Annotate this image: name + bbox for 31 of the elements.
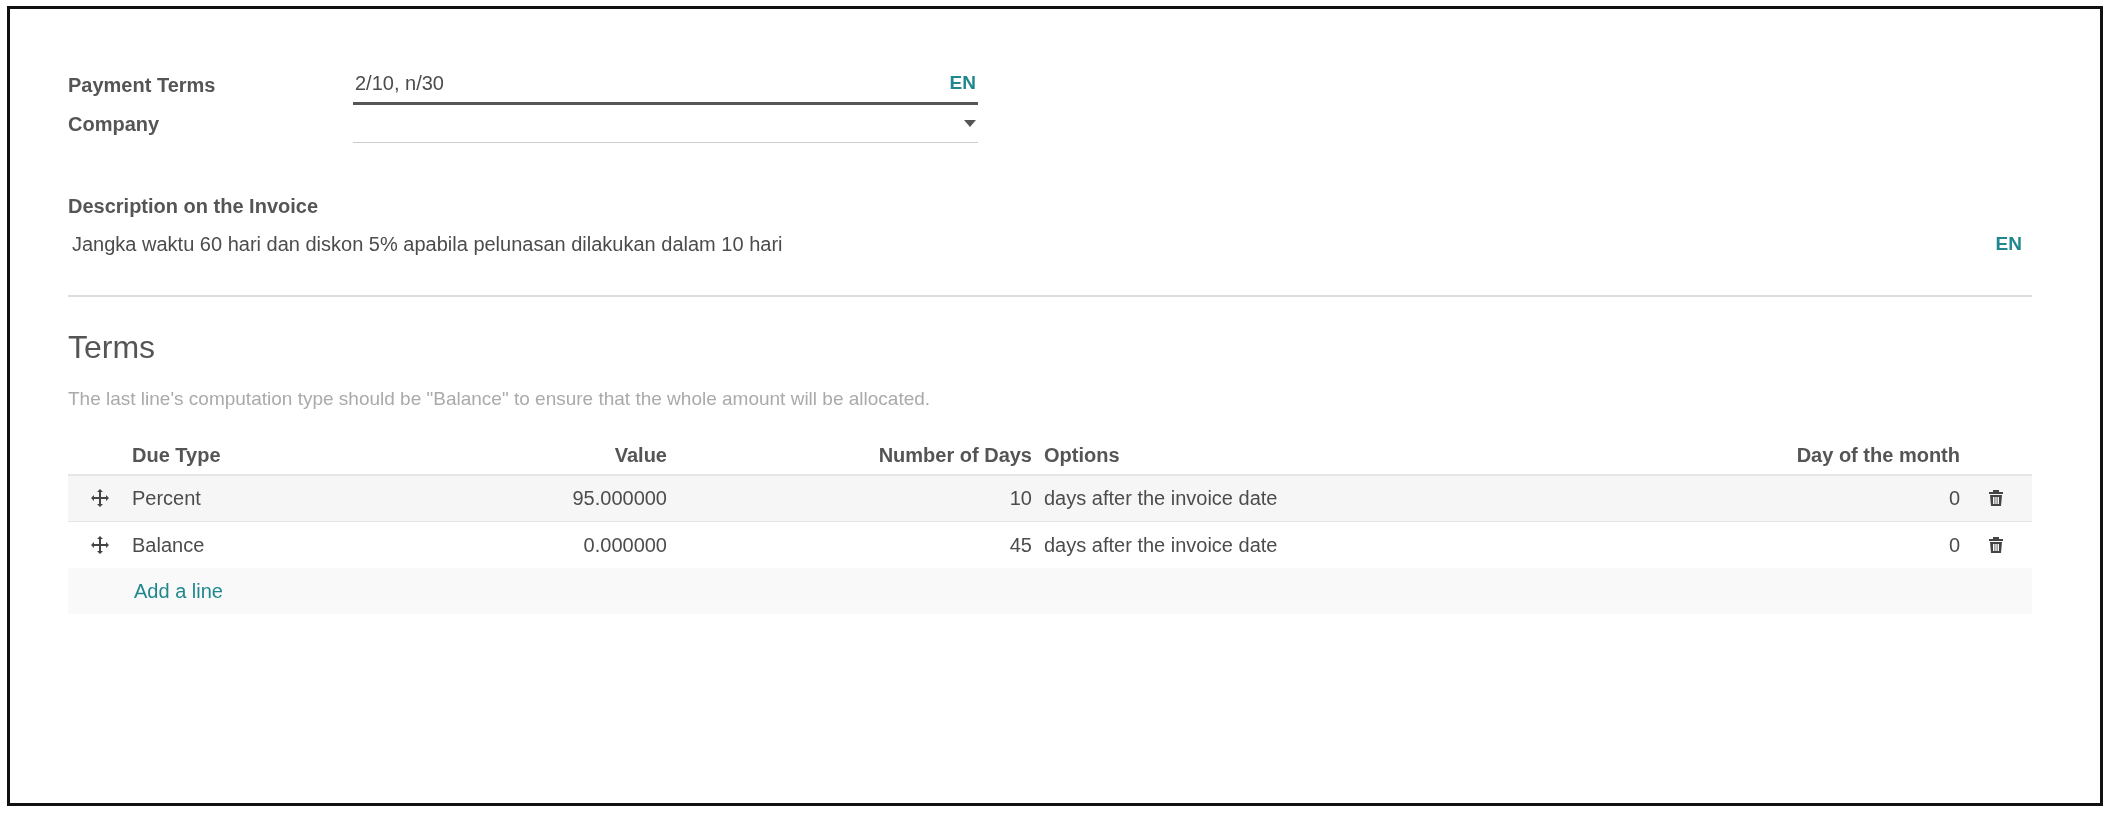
field-label: Company bbox=[68, 112, 161, 137]
field-value: 2/10, n/30 bbox=[355, 71, 444, 96]
table-cell-text: 95.000000 bbox=[571, 486, 667, 511]
column-header: Value bbox=[613, 442, 667, 468]
description-text: Jangka waktu 60 hari dan diskon 5% apabila pelunasan dilakukan dalam 10 hari bbox=[71, 232, 783, 257]
caret-icon bbox=[964, 120, 976, 127]
column-header: Day of the month bbox=[1795, 442, 1960, 468]
table-cell-text: 10 bbox=[1008, 486, 1033, 511]
table-cell-text: days after the invoice date bbox=[1044, 486, 1279, 511]
column-header: Due Type bbox=[132, 442, 222, 468]
table-cell-text: Balance bbox=[132, 532, 206, 558]
field-label: Description on the Invoice bbox=[68, 194, 320, 219]
table-cell-text: Percent bbox=[132, 486, 202, 511]
move-handle-icon[interactable] bbox=[91, 489, 109, 507]
table-cell-text: days after the invoice date bbox=[1044, 532, 1279, 558]
text-field[interactable]: 2/10, n/30 EN bbox=[353, 64, 978, 105]
add-line-link[interactable]: Add a line bbox=[132, 575, 223, 606]
trash-icon[interactable] bbox=[1988, 535, 2004, 554]
section-title: Terms bbox=[68, 328, 157, 367]
column-header: Options bbox=[1044, 442, 1121, 468]
hint-text: The last line's computation type should be "Balance" to ensure that the whole amount will be allocated. bbox=[68, 387, 932, 411]
table-cell-text: 0.000000 bbox=[582, 532, 667, 558]
field-label: Payment Terms bbox=[68, 72, 217, 98]
trash-icon[interactable] bbox=[1988, 489, 2004, 507]
table-cell-text: 0 bbox=[1947, 486, 1960, 511]
move-handle-icon[interactable] bbox=[91, 535, 109, 554]
language-button[interactable]: EN bbox=[1995, 229, 2022, 259]
language-button[interactable]: EN bbox=[949, 68, 976, 98]
table-cell-text: 0 bbox=[1947, 532, 1960, 558]
column-header: Number of Days bbox=[877, 442, 1033, 468]
table-cell-text: 45 bbox=[1008, 532, 1033, 558]
